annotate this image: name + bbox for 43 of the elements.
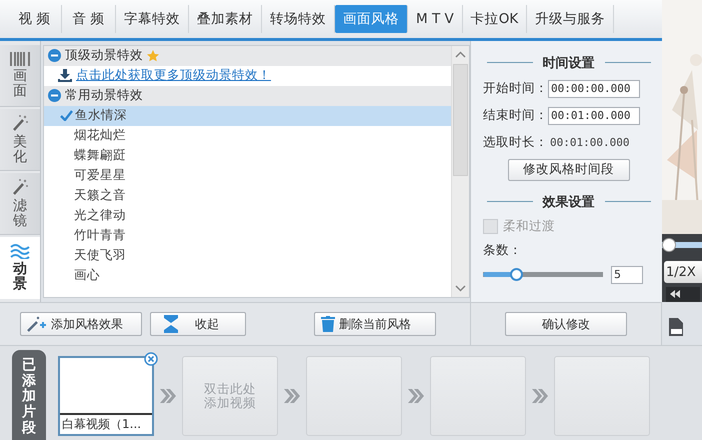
field-label: 条数：: [483, 242, 523, 259]
effect-item[interactable]: 画心: [44, 266, 451, 286]
menu-tab[interactable]: 升级与服务: [527, 4, 614, 33]
effect-item[interactable]: 天籁之音: [44, 186, 451, 206]
get-more-link[interactable]: 点击此处获取更多顶级动景特效！: [76, 67, 271, 84]
clips-label: 已添加片段: [22, 358, 36, 438]
menu-tab[interactable]: 叠加素材: [189, 4, 262, 33]
group-title: 常用动景特效: [65, 87, 143, 104]
side-tab[interactable]: 滤镜: [0, 172, 40, 235]
menu-tab[interactable]: 卡拉OK: [462, 4, 528, 33]
menu-tab[interactable]: 视 频: [8, 4, 62, 33]
section-title: 时间设置: [542, 54, 594, 72]
side-tab[interactable]: 动景: [0, 236, 40, 299]
edit-time-button[interactable]: 修改风格时间段: [508, 158, 630, 181]
add-effect-button[interactable]: 添加风格效果: [20, 312, 142, 336]
effect-item[interactable]: 蝶舞翩跹: [44, 146, 451, 166]
effect-item[interactable]: 可爱星星: [44, 166, 451, 186]
duration-value: 00:01:00.000: [549, 136, 630, 150]
effect-item[interactable]: 天使飞羽: [44, 246, 451, 266]
group-header[interactable]: 常用动景特效: [44, 86, 451, 106]
effect-item[interactable]: 光之律动: [44, 206, 451, 226]
group-title: 顶级动景特效: [65, 47, 143, 64]
section-title: 效果设置: [542, 194, 594, 211]
time-field[interactable]: 00:01:00.000: [548, 106, 640, 125]
field-label: 结束时间：: [483, 107, 548, 124]
speed-selector[interactable]: 1/2X: [664, 261, 702, 283]
group-header[interactable]: 顶级动景特效: [44, 46, 451, 66]
checkbox-label: 柔和过渡: [503, 218, 555, 236]
effect-item[interactable]: 竹叶青青: [44, 226, 451, 246]
time-field[interactable]: 00:00:00.000: [548, 80, 640, 98]
menu-tab[interactable]: 字幕特效: [116, 4, 189, 33]
field-label: 选取时长：: [483, 134, 548, 152]
side-tab[interactable]: 画面: [0, 44, 40, 107]
menu-tab[interactable]: 音 频: [62, 4, 116, 33]
field-label: 开始时间：: [483, 80, 548, 98]
collapse-button[interactable]: 收起: [150, 312, 246, 336]
effect-item[interactable]: 烟花灿烂: [44, 126, 451, 146]
delete-style-button[interactable]: 删除当前风格: [314, 312, 436, 336]
menu-tab[interactable]: M T V: [408, 4, 463, 33]
confirm-button[interactable]: 确认修改: [505, 312, 627, 336]
count-field[interactable]: 5: [611, 266, 643, 284]
side-tab[interactable]: 美化: [0, 108, 40, 171]
effect-item[interactable]: 鱼水情深: [44, 106, 451, 126]
